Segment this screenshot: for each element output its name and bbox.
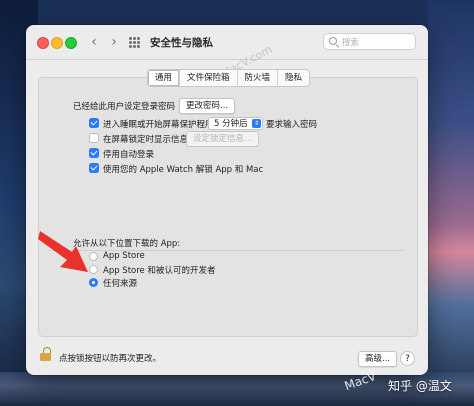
require-password-suffix: 要求输入密码 (266, 120, 318, 130)
zhihu-watermark: 知乎 @温文 (388, 379, 452, 393)
apple-watch-unlock-checkbox[interactable] (89, 163, 99, 173)
apple-watch-unlock-label: 使用您的 Apple Watch 解锁 App 和 Mac (103, 165, 264, 175)
minimize-window-button[interactable] (51, 37, 63, 49)
lock-icon[interactable] (39, 347, 53, 361)
security-privacy-window: ‹ › 安全性与隐私 搜索 MacV.com 通用 文件保险箱 防火墙 隐私 已… (26, 25, 428, 375)
lock-hint-text: 点按锁按钮以防再次更改。 (59, 354, 162, 364)
section-divider (48, 250, 404, 251)
forward-button[interactable]: › (106, 33, 122, 51)
disable-auto-login-checkbox[interactable] (89, 148, 99, 158)
radio-anywhere-label: 任何来源 (103, 279, 138, 289)
advanced-button[interactable]: 高级... (358, 351, 398, 367)
show-message-checkbox[interactable] (89, 133, 99, 143)
desktop-wallpaper-right (428, 0, 474, 406)
search-icon (329, 37, 337, 45)
zoom-window-button[interactable] (65, 37, 77, 49)
disable-auto-login-label: 停用自动登录 (103, 150, 155, 160)
tab-firewall[interactable]: 防火墙 (238, 70, 279, 86)
tab-bar: 通用 文件保险箱 防火墙 隐私 (147, 69, 311, 87)
title-bar: ‹ › 安全性与隐私 搜索 (26, 25, 428, 60)
help-button[interactable]: ? (400, 351, 415, 366)
set-lock-message-button[interactable]: 设定锁定信息... (186, 131, 260, 147)
close-window-button[interactable] (37, 37, 49, 49)
tab-general[interactable]: 通用 (148, 70, 181, 86)
show-message-label: 在屏幕锁定时显示信息 (103, 135, 189, 145)
require-password-checkbox[interactable] (89, 118, 99, 128)
tab-filevault[interactable]: 文件保险箱 (180, 70, 238, 86)
search-placeholder: 搜索 (342, 38, 360, 48)
red-pointer-arrow-icon (38, 231, 88, 272)
chevron-left-icon: ‹ (91, 34, 97, 50)
radio-app-store[interactable] (89, 252, 98, 261)
tab-privacy[interactable]: 隐私 (278, 70, 309, 86)
radio-anywhere[interactable] (89, 278, 98, 287)
change-password-button[interactable]: 更改密码... (179, 98, 236, 114)
password-delay-value: 5 分钟后 (214, 119, 248, 129)
back-button[interactable]: ‹ (86, 33, 102, 51)
show-all-grid-icon[interactable] (129, 37, 140, 48)
password-set-label: 已经给此用户设定登录密码 (73, 102, 176, 112)
require-password-label: 进入睡眠或开始屏幕保护程序 (103, 120, 214, 130)
radio-app-store-identified[interactable] (89, 265, 98, 274)
password-delay-select[interactable]: 5 分钟后 ⇕ (208, 117, 263, 130)
chevron-right-icon: › (111, 34, 117, 50)
popup-arrows-icon: ⇕ (252, 119, 261, 128)
general-panel (38, 77, 418, 337)
search-field[interactable]: 搜索 (323, 33, 416, 50)
window-title: 安全性与隐私 (150, 37, 213, 49)
radio-app-store-label: App Store (103, 251, 145, 261)
radio-app-store-identified-label: App Store 和被认可的开发者 (103, 266, 216, 276)
